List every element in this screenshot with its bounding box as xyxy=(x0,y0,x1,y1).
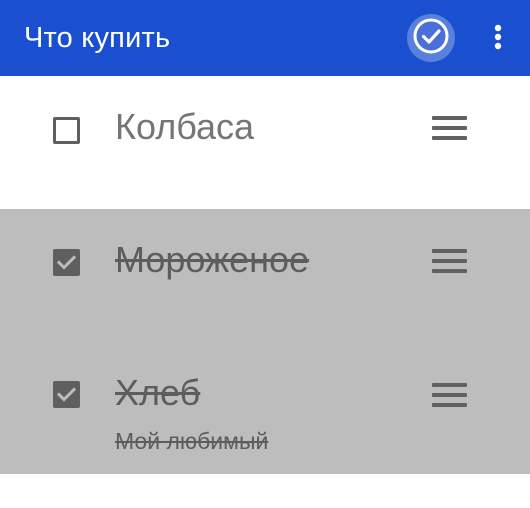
check-icon xyxy=(56,255,77,270)
drag-handle-icon[interactable] xyxy=(432,249,467,273)
item-text[interactable]: Хлеб xyxy=(115,371,200,415)
item-text[interactable]: Колбаса xyxy=(115,105,254,149)
overflow-menu-button[interactable] xyxy=(484,14,512,62)
item-checkbox[interactable] xyxy=(53,249,80,276)
more-vert-icon xyxy=(494,24,502,50)
check-icon xyxy=(56,387,77,402)
drag-handle-icon[interactable] xyxy=(432,383,467,407)
item-text[interactable]: Мороженое xyxy=(115,238,309,282)
list-item[interactable]: Хлеб Мой любимый xyxy=(0,342,530,474)
item-checkbox[interactable] xyxy=(53,381,80,408)
check-circle-icon xyxy=(407,14,455,62)
drag-handle-icon[interactable] xyxy=(432,116,467,140)
list-item[interactable]: Мороженое xyxy=(0,209,530,342)
item-checkbox[interactable] xyxy=(53,117,80,144)
app-title: Что купить xyxy=(24,22,171,54)
item-note: Мой любимый xyxy=(115,428,269,454)
app-bar: Что купить xyxy=(0,0,530,76)
list-item[interactable]: Колбаса xyxy=(0,76,530,209)
check-circle-button[interactable] xyxy=(405,12,457,64)
shopping-list: Колбаса Мороженое Хлеб Мой любимый xyxy=(0,76,530,474)
